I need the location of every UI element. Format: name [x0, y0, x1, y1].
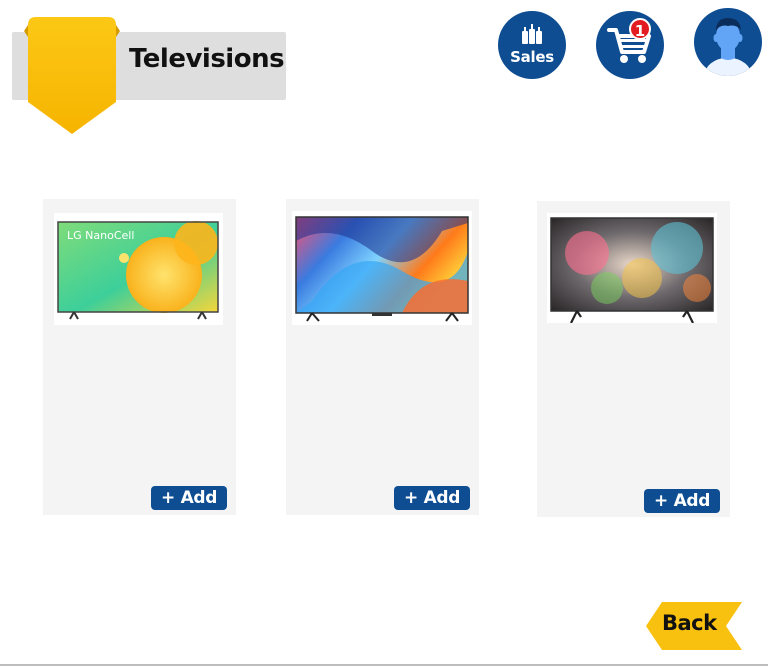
product-image-3[interactable] [547, 213, 717, 324]
profile-button[interactable] [694, 8, 762, 76]
shopping-cart-icon [607, 28, 651, 63]
user-avatar-icon [704, 18, 752, 76]
tv-image-2 [295, 216, 469, 322]
cart-button[interactable] [596, 11, 664, 79]
bottom-divider [0, 664, 768, 666]
tv-brand-text: LG NanoCell [67, 229, 134, 242]
tv-image-3 [550, 217, 714, 324]
product-card-3: + Add [537, 201, 730, 517]
product-image-2[interactable] [292, 211, 472, 325]
product-card-1: LG NanoCell + Add [43, 199, 236, 515]
page-title: Televisions [129, 44, 285, 74]
add-button-3[interactable]: + Add [644, 489, 721, 513]
add-button-2[interactable]: + Add [394, 486, 471, 510]
product-image-1[interactable]: LG NanoCell [54, 213, 223, 325]
cart-count-badge: 1 [629, 18, 651, 40]
tv-image-1: LG NanoCell [57, 221, 219, 320]
bottles-icon [522, 24, 542, 44]
product-card-2: + Add [286, 199, 479, 515]
sales-button[interactable]: Sales [498, 11, 566, 79]
back-label: Back [662, 611, 717, 635]
sales-label: Sales [510, 48, 554, 66]
add-button-1[interactable]: + Add [151, 486, 228, 510]
ribbon-icon [24, 17, 120, 134]
